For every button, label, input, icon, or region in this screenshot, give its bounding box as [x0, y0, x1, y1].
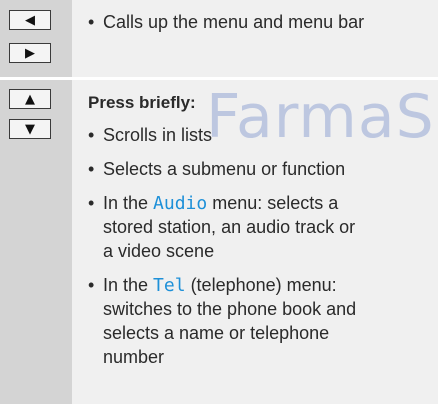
menu-bar-description: Calls up the menu and menu bar — [103, 12, 365, 32]
up-arrow-key-icon: ▲ — [9, 89, 51, 109]
bullet-marker: • — [88, 193, 95, 213]
bullet-marker: • — [88, 275, 95, 295]
down-arrow-key-icon: ▼ — [9, 119, 51, 139]
bullet-marker: • — [88, 125, 95, 145]
bullet-marker: • — [88, 159, 95, 179]
audio-description-line3: a video scene — [103, 241, 215, 261]
submenu-description: Selects a submenu or function — [103, 159, 346, 179]
tel-term: Tel — [153, 275, 186, 296]
bullet-marker: • — [88, 12, 95, 32]
scroll-description: Scrolls in lists — [103, 125, 213, 145]
audio-term: Audio — [153, 193, 208, 214]
press-briefly-heading: Press briefly: — [88, 93, 196, 112]
audio-description: In the Audio menu: selects a — [103, 193, 339, 214]
tel-description-line2: switches to the phone book and — [103, 299, 357, 319]
right-arrow-key-icon: ▶ — [9, 43, 51, 63]
tel-description-line3: selects a name or telephone — [103, 323, 330, 343]
tel-description: In the Tel (telephone) menu: — [103, 275, 337, 296]
tel-description-line4: number — [103, 347, 165, 367]
audio-description-line2: stored station, an audio track or — [103, 217, 356, 237]
left-arrow-key-icon: ◀ — [9, 10, 51, 30]
row-divider — [0, 77, 438, 80]
